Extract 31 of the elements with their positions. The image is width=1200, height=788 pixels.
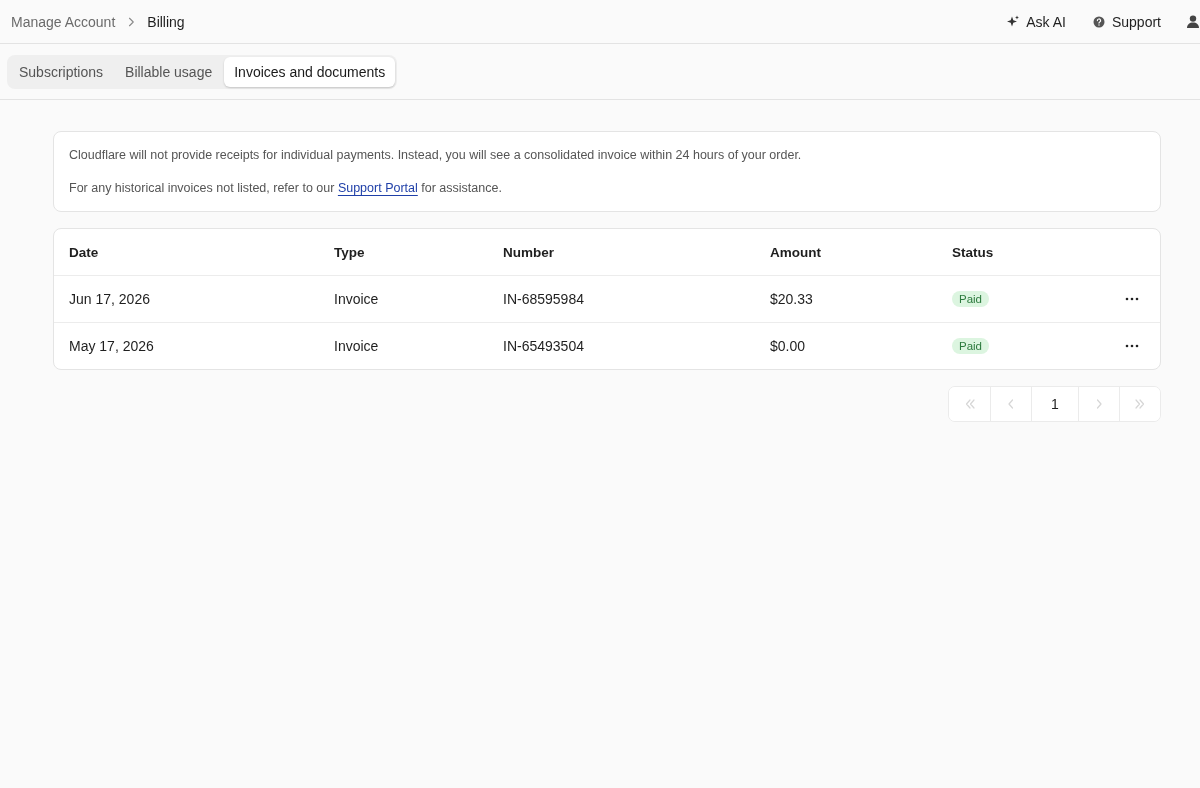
column-header: Type xyxy=(334,244,366,260)
more-icon xyxy=(1125,297,1139,301)
status-badge: Paid xyxy=(952,291,990,307)
double-chevron-left-icon xyxy=(963,398,976,410)
column-header: Amount xyxy=(770,244,822,260)
more-icon xyxy=(1125,344,1139,348)
notice-text: For any historical invoices not listed, refer to our Support Portal for assistance. xyxy=(69,180,503,197)
column-header: Date xyxy=(69,244,100,260)
column-header: Status xyxy=(952,244,995,260)
tab[interactable]: Subscriptions xyxy=(9,56,114,87)
date-cell-text: May 17, 2026 xyxy=(69,338,155,354)
amount-cell-text: $20.33 xyxy=(770,291,814,307)
amount-cell-text: $0.00 xyxy=(770,338,807,354)
breadcrumb-link[interactable]: Manage Account xyxy=(11,13,116,30)
status-badge: Paid xyxy=(952,338,990,354)
number-cell-text: IN-65493504 xyxy=(503,338,585,354)
support-portal-link[interactable]: Support Portal xyxy=(337,181,418,195)
tab[interactable]: Billable usage xyxy=(115,56,223,87)
type-cell-text: Invoice xyxy=(334,291,380,307)
date-cell-text: Jun 17, 2026 xyxy=(69,291,151,307)
type-cell-text: Invoice xyxy=(334,338,380,354)
double-chevron-right-icon xyxy=(1134,398,1146,410)
notice-text: Cloudflare will not provide receipts for individual payments. Instead, you will see a consolidated invoice within 24 hours of your order. xyxy=(69,147,803,164)
tab[interactable]: Invoices and documents xyxy=(224,56,396,87)
user-icon[interactable] xyxy=(1187,15,1199,28)
column-header: Number xyxy=(503,244,555,260)
number-cell-text: IN-68595984 xyxy=(503,291,585,307)
breadcrumb-current: Billing xyxy=(147,13,185,30)
help-icon xyxy=(1091,14,1106,29)
ask-ai-button[interactable]: Ask AI xyxy=(1006,13,1066,30)
support-button[interactable]: Support xyxy=(1091,13,1161,30)
